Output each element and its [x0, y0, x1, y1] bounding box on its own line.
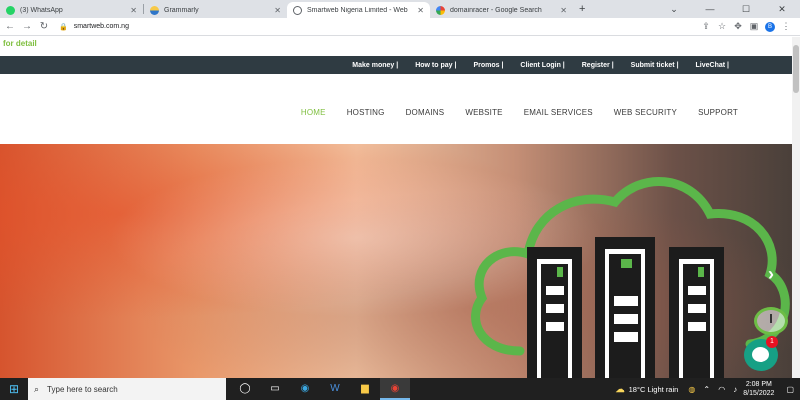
grammarly-icon — [150, 5, 159, 15]
top-link-how-to-pay[interactable]: How to pay | — [415, 62, 456, 69]
google-icon — [436, 5, 445, 15]
sidebar-icon[interactable]: ▣ — [746, 21, 762, 32]
weather-text: 18°C Light rain — [628, 384, 679, 394]
tab-search-icon[interactable]: ⌄ — [656, 4, 692, 15]
taskbar-apps: ◯ ▭ ◉ W ▆ ◉ — [230, 378, 410, 400]
task-view-icon[interactable]: ◯ — [230, 378, 260, 400]
hero-slider: › — [0, 144, 792, 378]
cloud-server-illustration — [471, 177, 790, 378]
main-navigation: HOME HOSTING DOMAINS WEBSITE EMAIL SERVI… — [0, 74, 792, 144]
volume-icon[interactable]: ♪ — [733, 385, 737, 394]
server-rack-middle — [595, 237, 655, 378]
search-icon: ⌕ — [34, 383, 40, 394]
file-explorer-icon[interactable]: ▆ — [350, 378, 380, 400]
tab-whatsapp[interactable]: (3) WhatsApp ✕ — [0, 2, 143, 18]
server-rack-left — [527, 247, 582, 378]
top-link-livechat[interactable]: LiveChat | — [696, 62, 729, 69]
weather-widget[interactable]: ☁ 18°C Light rain — [616, 384, 679, 395]
windows-start-icon[interactable]: ⊞ — [0, 382, 28, 396]
tab-google-search[interactable]: domainracer - Google Search ✕ — [430, 2, 573, 18]
page-scrollbar[interactable] — [792, 37, 800, 378]
chrome-icon[interactable]: ◉ — [380, 378, 410, 400]
taskbar-search[interactable]: ⌕ Type here to search — [28, 378, 226, 400]
extensions-icon[interactable]: ✥ — [730, 21, 746, 32]
new-tab-button[interactable]: + — [579, 3, 585, 15]
lock-icon[interactable]: 🔒 — [59, 23, 68, 31]
page-viewport: for detail Make money | How to pay | Pro… — [0, 37, 792, 378]
slider-next-arrow[interactable]: › — [768, 264, 774, 285]
clock-date: 8/15/2022 — [743, 390, 775, 397]
search-placeholder: Type here to search — [47, 384, 118, 394]
reload-icon[interactable]: ↻ — [37, 21, 51, 32]
taskbar-clock[interactable]: 2:08 PM 8/15/2022 — [743, 380, 774, 398]
server-rack-right — [669, 247, 724, 378]
minimize-icon[interactable]: — — [692, 4, 728, 14]
clock-time: 2:08 PM — [745, 381, 772, 388]
globe-icon — [293, 5, 302, 15]
tab-smartweb[interactable]: Smartweb Nigeria Limited - Web ✕ — [287, 2, 430, 18]
window-controls: ⌄ — ☐ ✕ — [656, 0, 800, 18]
network-icon[interactable]: ◠ — [718, 385, 725, 394]
main-menu: HOME HOSTING DOMAINS WEBSITE EMAIL SERVI… — [280, 108, 738, 117]
task-view-icon[interactable]: ▭ — [260, 378, 290, 400]
browser-tab-strip: (3) WhatsApp ✕ Grammarly ✕ Smartweb Nige… — [0, 0, 800, 18]
nav-web-security[interactable]: WEB SECURITY — [614, 108, 677, 117]
profile-avatar[interactable]: B — [765, 21, 775, 32]
tab-title: domainracer - Google Search — [450, 6, 542, 14]
chevron-up-icon[interactable]: ⌃ — [703, 385, 710, 394]
system-tray: ☁ 18°C Light rain ◍ ⌃ ◠ ♪ 2:08 PM 8/15/2… — [616, 378, 800, 400]
top-links: Make money | How to pay | Promos | Clien… — [335, 56, 729, 74]
app-tray-icon[interactable]: ◍ — [688, 385, 695, 394]
nav-website[interactable]: WEBSITE — [465, 108, 502, 117]
top-utility-bar: Make money | How to pay | Promos | Clien… — [0, 56, 792, 74]
toolbar-actions: ⇪ ☆ ✥ ▣ B ⋮ — [698, 21, 794, 32]
nav-support[interactable]: SUPPORT — [698, 108, 738, 117]
maximize-icon[interactable]: ☐ — [728, 4, 764, 15]
close-window-icon[interactable]: ✕ — [764, 4, 800, 15]
notice-text[interactable]: for detail — [3, 39, 37, 48]
share-icon[interactable]: ⇪ — [698, 21, 714, 32]
top-link-promos[interactable]: Promos | — [473, 62, 503, 69]
edge-icon[interactable]: ◉ — [290, 378, 320, 400]
nav-email-services[interactable]: EMAIL SERVICES — [524, 108, 593, 117]
tab-title: (3) WhatsApp — [20, 6, 63, 14]
top-link-register[interactable]: Register | — [582, 62, 614, 69]
nav-domains[interactable]: DOMAINS — [406, 108, 445, 117]
scrollbar-thumb[interactable] — [793, 45, 799, 93]
back-icon[interactable]: ← — [3, 21, 17, 32]
tab-grammarly[interactable]: Grammarly ✕ — [144, 2, 287, 18]
browser-toolbar: ← → ↻ 🔒 smartweb.com.ng ⇪ ☆ ✥ ▣ B ⋮ — [0, 18, 800, 36]
menu-kebab-icon[interactable]: ⋮ — [778, 21, 794, 32]
windows-taskbar: ⊞ ⌕ Type here to search ◯ ▭ ◉ W ▆ ◉ ☁ 18… — [0, 378, 800, 400]
top-link-make-money[interactable]: Make money | — [352, 62, 398, 69]
word-icon[interactable]: W — [320, 378, 350, 400]
close-icon[interactable]: ✕ — [417, 6, 424, 15]
whatsapp-icon — [6, 5, 15, 15]
bookmark-star-icon[interactable]: ☆ — [714, 21, 730, 32]
chat-bubble-icon — [752, 347, 769, 362]
top-link-submit-ticket[interactable]: Submit ticket | — [631, 62, 679, 69]
close-icon[interactable]: ✕ — [130, 6, 137, 15]
url-text: smartweb.com.ng — [73, 23, 129, 30]
tray-icons: ◍ ⌃ ◠ ♪ — [688, 385, 743, 394]
notifications-icon[interactable]: ▢ — [786, 385, 794, 394]
top-link-client-login[interactable]: Client Login | — [520, 62, 564, 69]
forward-icon[interactable]: → — [20, 21, 34, 32]
nav-hosting[interactable]: HOSTING — [347, 108, 385, 117]
close-icon[interactable]: ✕ — [560, 6, 567, 15]
address-bar[interactable]: 🔒 smartweb.com.ng — [59, 20, 698, 34]
tab-title: Grammarly — [164, 6, 199, 14]
nav-home[interactable]: HOME — [301, 108, 326, 117]
tab-title: Smartweb Nigeria Limited - Web — [307, 6, 408, 14]
close-icon[interactable]: ✕ — [274, 6, 281, 15]
weather-icon: ☁ — [615, 383, 625, 394]
live-chat-button[interactable] — [744, 339, 778, 371]
